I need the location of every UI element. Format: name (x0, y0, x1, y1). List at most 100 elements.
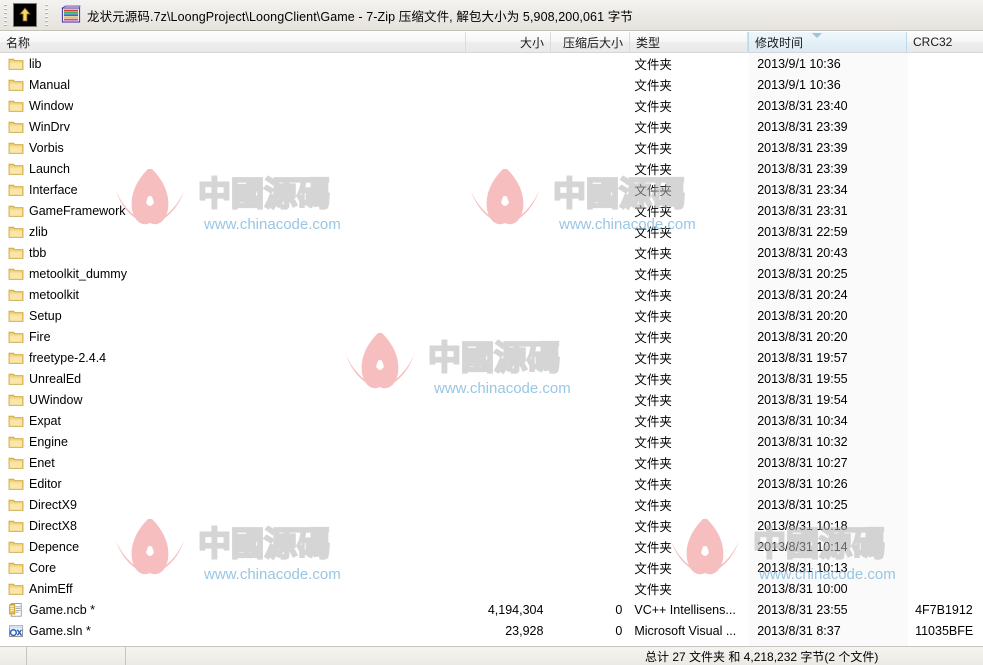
table-row[interactable]: tbb 文件夹 2013/8/31 20:43 (1, 242, 983, 263)
cell-name: Enet (1, 455, 467, 471)
column-header-type-label: 类型 (636, 35, 661, 50)
file-name-label: AnimEff (29, 581, 73, 596)
file-name-label: Fire (29, 329, 51, 344)
file-name-label: Depence (29, 539, 80, 554)
column-header-packed-size[interactable]: 压缩后大小 (551, 32, 630, 52)
file-name-label: DirectX8 (29, 518, 77, 533)
status-summary-text: 总计 27 文件夹 和 4,218,232 字节(2 个文件) (645, 650, 879, 664)
table-row[interactable]: lib 文件夹 2013/9/1 10:36 (1, 53, 983, 74)
cell-modified: 2013/8/31 10:26 (757, 476, 848, 491)
file-name-label: Engine (29, 434, 68, 449)
file-name-label: zlib (29, 224, 48, 239)
column-header-packed-size-label: 压缩后大小 (562, 35, 623, 50)
cell-type: 文件夹 (634, 457, 672, 471)
folder-icon (8, 121, 24, 133)
folder-icon (8, 226, 24, 238)
folder-icon (8, 289, 24, 301)
folder-icon (8, 58, 24, 70)
file-name-label: Manual (29, 77, 70, 92)
cell-name: GameFramework (1, 203, 467, 219)
folder-icon (8, 331, 24, 343)
cell-type: 文件夹 (634, 373, 672, 387)
folder-icon (8, 478, 24, 490)
up-one-level-button[interactable] (13, 3, 37, 27)
table-row[interactable]: freetype-2.4.4 文件夹 2013/8/31 19:57 (1, 347, 983, 368)
window-title: 龙状元源码.7z\LoongProject\LoongClient\Game -… (87, 9, 633, 24)
folder-icon (8, 436, 24, 448)
table-row[interactable]: Window 文件夹 2013/8/31 23:40 (1, 95, 983, 116)
cell-name: metoolkit (1, 287, 467, 303)
table-row[interactable]: WinDrv 文件夹 2013/8/31 23:39 (1, 116, 983, 137)
cell-type: 文件夹 (634, 436, 672, 450)
folder-icon (8, 415, 24, 427)
table-row[interactable]: GameFramework 文件夹 2013/8/31 23:31 (1, 200, 983, 221)
cell-name: Engine (1, 434, 467, 450)
table-row[interactable]: Vorbis 文件夹 2013/8/31 23:39 (1, 137, 983, 158)
cell-type: 文件夹 (634, 520, 672, 534)
cell-type: 文件夹 (634, 583, 672, 597)
column-header-size[interactable]: 大小 (466, 32, 551, 52)
cell-type: 文件夹 (634, 184, 672, 198)
folder-icon (8, 310, 24, 322)
cell-modified: 2013/8/31 10:00 (757, 581, 848, 596)
cell-name: Manual (1, 77, 467, 93)
toolbar-grip[interactable] (2, 4, 10, 26)
column-header-crc32[interactable]: CRC32 (907, 32, 983, 52)
column-header-modified[interactable]: 修改时间 (748, 32, 907, 52)
file-name-label: DirectX9 (29, 497, 77, 512)
table-row[interactable]: Launch 文件夹 2013/8/31 23:39 (1, 158, 983, 179)
folder-icon (8, 163, 24, 175)
table-row[interactable]: Expat 文件夹 2013/8/31 10:34 (1, 410, 983, 431)
folder-icon (8, 541, 24, 553)
cell-name: Setup (1, 308, 467, 324)
file-name-label: UnrealEd (29, 371, 82, 386)
cell-type: 文件夹 (634, 163, 672, 177)
cell-type: 文件夹 (634, 541, 672, 555)
table-row[interactable]: UnrealEd 文件夹 2013/8/31 19:55 (1, 368, 983, 389)
7zip-archive-icon (61, 5, 81, 23)
file-list[interactable]: lib 文件夹 2013/9/1 10:36 Manual 文件夹 2013/9/1 10… (0, 53, 983, 646)
table-row[interactable]: DirectX8 文件夹 2013/8/31 10:18 (1, 515, 983, 536)
table-row[interactable]: Game.sln * 23,928 0 Microsoft Visual ... 201… (1, 620, 983, 641)
table-row[interactable]: AnimEff 文件夹 2013/8/31 10:00 (1, 578, 983, 599)
table-row[interactable]: UWindow 文件夹 2013/8/31 19:54 (1, 389, 983, 410)
table-row[interactable]: Fire 文件夹 2013/8/31 20:20 (1, 326, 983, 347)
cell-type: 文件夹 (634, 79, 672, 93)
table-row[interactable]: Manual 文件夹 2013/9/1 10:36 (1, 74, 983, 95)
column-header-size-label: 大小 (519, 35, 544, 50)
cell-type: Microsoft Visual ... (634, 623, 737, 638)
address-bar[interactable]: 龙状元源码.7z\LoongProject\LoongClient\Game -… (61, 0, 983, 31)
folder-icon (8, 79, 24, 91)
table-row[interactable]: DirectX9 文件夹 2013/8/31 10:25 (1, 494, 983, 515)
table-row[interactable]: Engine 文件夹 2013/8/31 10:32 (1, 431, 983, 452)
cell-type: 文件夹 (634, 247, 672, 261)
cell-modified: 2013/8/31 23:31 (757, 203, 848, 218)
table-row[interactable]: Depence 文件夹 2013/8/31 10:14 (1, 536, 983, 557)
cell-name: zlib (1, 224, 467, 240)
column-header-type[interactable]: 类型 (630, 32, 748, 52)
cell-modified: 2013/9/1 10:36 (757, 56, 841, 71)
up-arrow-icon (16, 6, 34, 24)
table-row[interactable]: metoolkit_dummy 文件夹 2013/8/31 20:25 (1, 263, 983, 284)
cell-modified: 2013/8/31 8:37 (757, 623, 841, 638)
column-header-name[interactable]: 名称 (0, 32, 466, 52)
table-row[interactable]: Enet 文件夹 2013/8/31 10:27 (1, 452, 983, 473)
cell-name: AnimEff (1, 581, 467, 597)
address-grip[interactable] (43, 4, 51, 26)
column-header-modified-label: 修改时间 (755, 35, 804, 50)
table-row[interactable]: Editor 文件夹 2013/8/31 10:26 (1, 473, 983, 494)
cell-name: Game.ncb * (1, 602, 467, 618)
cell-type: 文件夹 (634, 100, 672, 114)
cell-name: Game.sln * (1, 623, 467, 639)
column-header-name-label: 名称 (6, 35, 31, 50)
folder-icon (8, 100, 24, 112)
cell-name: DirectX8 (1, 518, 467, 534)
table-row[interactable]: Setup 文件夹 2013/8/31 20:20 (1, 305, 983, 326)
cell-modified: 2013/8/31 20:25 (757, 266, 848, 281)
table-row[interactable]: zlib 文件夹 2013/8/31 22:59 (1, 221, 983, 242)
table-row[interactable]: Interface 文件夹 2013/8/31 23:34 (1, 179, 983, 200)
file-name-label: GameFramework (29, 203, 126, 218)
table-row[interactable]: Core 文件夹 2013/8/31 10:13 (1, 557, 983, 578)
table-row[interactable]: metoolkit 文件夹 2013/8/31 20:24 (1, 284, 983, 305)
table-row[interactable]: Game.ncb * 4,194,304 0 VC++ Intellisens... 2… (1, 599, 983, 620)
